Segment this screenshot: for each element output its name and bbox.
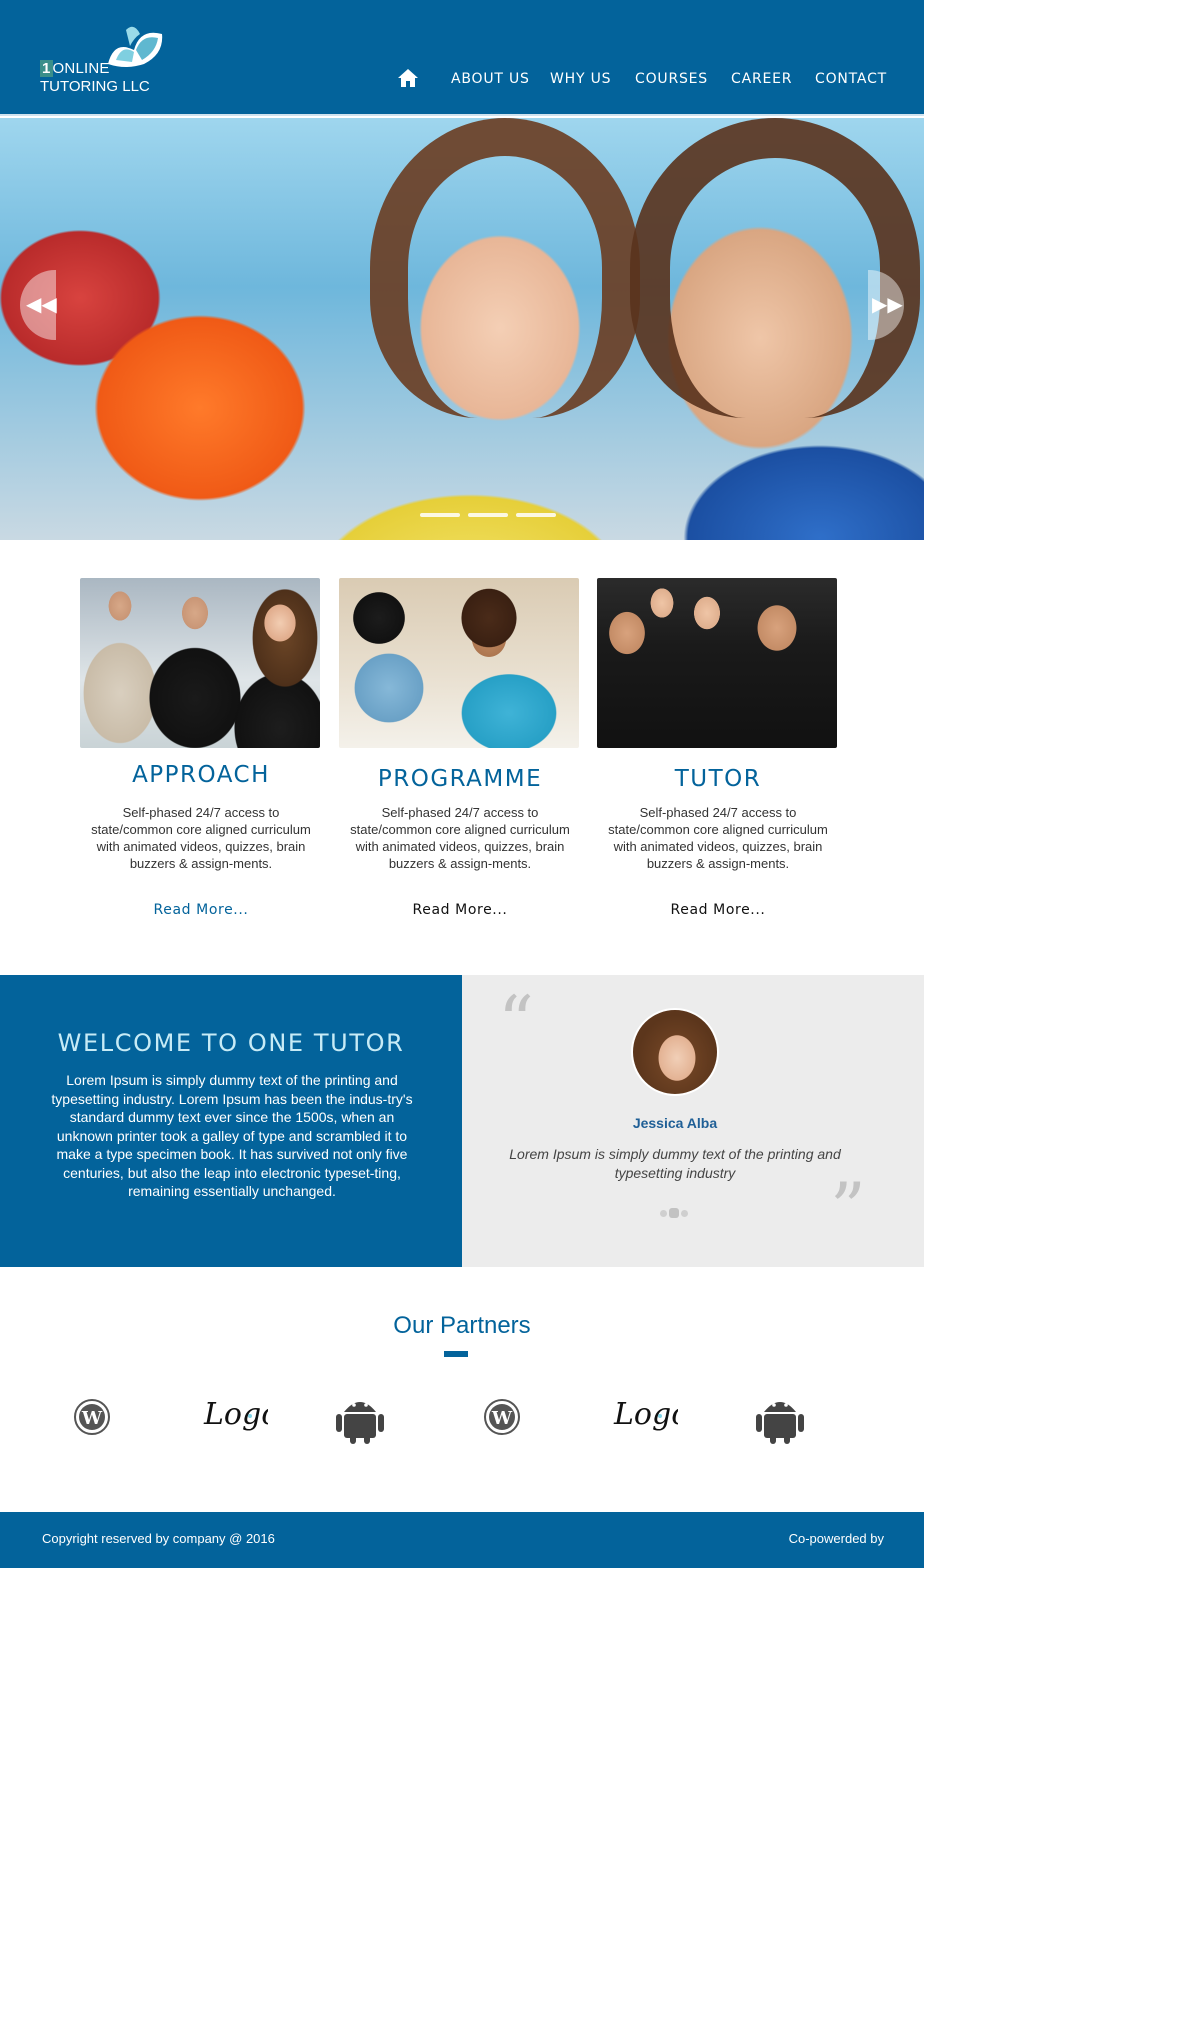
nav-contact[interactable]: CONTACT: [815, 71, 887, 87]
svg-text:W: W: [491, 1408, 513, 1429]
site-header: 1 ONLINE TUTORING LLC ABOUT US WHY US COU…: [0, 0, 924, 116]
slider-dot-3[interactable]: [516, 513, 556, 517]
feature-description: Self-phased 24/7 access to state/common …: [608, 805, 828, 871]
logo-wordmark: Logo: [613, 1397, 689, 1432]
welcome-text: Lorem Ipsum is simply dummy text of the …: [51, 1072, 413, 1199]
fast-forward-icon: ▶▶: [872, 292, 903, 316]
partner-wordpress-2[interactable]: W: [472, 1390, 532, 1446]
partner-logo-2[interactable]: Logo: [608, 1390, 689, 1446]
logo-text-line2: TUTORING LLC: [40, 78, 150, 95]
close-quote-icon: ”: [830, 1168, 866, 1250]
svg-text:W: W: [81, 1408, 103, 1429]
logo-text-line1: 1 ONLINE: [40, 60, 110, 77]
testimonial-author: Jessica Alba: [632, 1115, 718, 1131]
business-people-photo: [80, 578, 320, 748]
logo-wordmark: Logo: [203, 1397, 279, 1432]
read-more-link[interactable]: Read More...: [597, 902, 839, 918]
testimonial-pagination: [660, 1208, 690, 1218]
svg-text:Logo: Logo: [613, 1397, 678, 1432]
kids-writing-photo: [339, 578, 579, 748]
copyright-text: Copyright reserved by company @ 2016: [42, 1531, 275, 1546]
powered-by-text: Co-powerded by: [788, 1531, 884, 1546]
feature-description: Self-phased 24/7 access to state/common …: [350, 805, 570, 871]
home-nav-button[interactable]: [396, 66, 420, 90]
read-more-link[interactable]: Read More...: [80, 902, 322, 918]
feature-description: Self-phased 24/7 access to state/common …: [91, 805, 311, 871]
partner-android-1[interactable]: [330, 1390, 390, 1446]
testimonial-section: “ Jessica Alba Lorem Ipsum is simply dum…: [462, 975, 924, 1267]
slider-pagination: [420, 513, 560, 519]
svg-text:Logo: Logo: [203, 1397, 268, 1432]
wordpress-icon: W: [484, 1399, 520, 1435]
wordpress-icon: W: [74, 1399, 110, 1435]
hero-slider: ◀◀ ▶▶: [0, 118, 924, 540]
welcome-title: WELCOME TO ONE TUTOR: [57, 1029, 405, 1057]
hero-photo-girl-left: [370, 118, 640, 418]
feature-title: APPROACH: [132, 762, 270, 788]
partners-title: Our Partners: [393, 1312, 531, 1339]
nav-about-us[interactable]: ABOUT US: [451, 71, 530, 87]
main-nav: ABOUT US WHY US COURSES CAREER CONTACT: [396, 66, 896, 92]
feature-card-programme: PROGRAMME Self-phased 24/7 access to sta…: [339, 578, 581, 918]
testimonial-text: Lorem Ipsum is simply dummy text of the …: [509, 1146, 841, 1181]
feature-title: PROGRAMME: [377, 766, 543, 792]
book-logo-icon: [108, 26, 163, 67]
nav-why-us[interactable]: WHY US: [550, 71, 611, 87]
feature-card-approach: APPROACH Self-phased 24/7 access to stat…: [80, 578, 322, 918]
feature-title: TUTOR: [674, 766, 762, 792]
partners-underline: [444, 1351, 468, 1357]
welcome-section: WELCOME TO ONE TUTOR Lorem Ipsum is simp…: [0, 975, 462, 1267]
testimonial-dot-2[interactable]: [669, 1208, 679, 1218]
nav-career[interactable]: CAREER: [731, 71, 792, 87]
home-icon: [398, 69, 418, 87]
testimonial-dot-1[interactable]: [660, 1210, 667, 1217]
partner-android-2[interactable]: [750, 1390, 810, 1446]
slider-dot-1[interactable]: [420, 513, 460, 517]
site-footer: Copyright reserved by company @ 2016 Co-…: [0, 1512, 924, 1568]
hero-photo-girl-right: [630, 118, 920, 418]
testimonial-dot-3[interactable]: [681, 1210, 688, 1217]
read-more-link[interactable]: Read More...: [339, 902, 581, 918]
nav-courses[interactable]: COURSES: [635, 71, 708, 87]
site-logo[interactable]: 1 ONLINE TUTORING LLC: [38, 20, 168, 100]
partner-wordpress-1[interactable]: W: [62, 1390, 122, 1446]
graduates-photo: [597, 578, 837, 748]
partner-logo-1[interactable]: Logo: [198, 1390, 279, 1446]
open-quote-icon: “: [498, 981, 534, 1063]
avatar: [631, 1008, 719, 1096]
slider-dot-2[interactable]: [468, 513, 508, 517]
slider-prev-button[interactable]: ◀◀: [20, 270, 57, 340]
android-icon: [336, 1402, 384, 1444]
rewind-icon: ◀◀: [26, 292, 57, 316]
android-icon: [756, 1402, 804, 1444]
feature-card-tutor: TUTOR Self-phased 24/7 access to state/c…: [597, 578, 839, 918]
